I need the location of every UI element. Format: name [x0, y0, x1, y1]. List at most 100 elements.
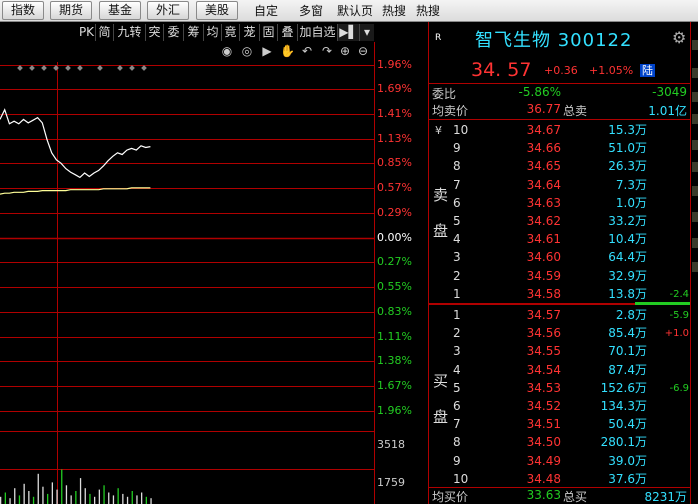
avg-buy-value: 33.63 — [526, 488, 561, 502]
tool-simple[interactable]: 简 — [96, 24, 114, 41]
weibi-value: -5.86% — [518, 85, 561, 99]
funds-button[interactable]: 基金 — [99, 1, 141, 20]
quote-panel: R 智飞生物 300122 ⚙ 34. 57 +0.36 +1.05% 陆 委比… — [428, 22, 691, 504]
bid-quantity: 39.0万 — [608, 453, 647, 468]
event-marker — [65, 65, 71, 71]
index-button[interactable]: 指数 — [2, 1, 44, 20]
hot-search-link[interactable]: 热搜 — [382, 4, 406, 18]
strip-cell — [692, 92, 698, 102]
ask-row[interactable]: 8 34.65 26.3万 — [429, 157, 691, 176]
default-page-link[interactable]: 默认页 — [337, 4, 373, 18]
lu-badge: 陆 — [640, 64, 655, 77]
bid-price: 34.50 — [526, 435, 561, 450]
volume-bar — [103, 485, 105, 504]
tool-overlay[interactable]: 叠 — [278, 24, 298, 41]
forex-button[interactable]: 外汇 — [147, 1, 189, 20]
ask-quantity: 7.3万 — [615, 177, 647, 192]
ask-quantity: 33.2万 — [608, 214, 647, 228]
ask-row[interactable]: 3 34.60 64.4万 — [429, 248, 691, 267]
futures-button[interactable]: 期货 — [50, 1, 92, 20]
bid-row[interactable]: 9 34.49 39.0万 — [429, 452, 691, 471]
ask-level: 1 — [453, 286, 461, 301]
stock-name[interactable]: 智飞生物 300122 — [475, 26, 632, 52]
gear-icon[interactable]: ⚙ — [672, 28, 686, 47]
ask-level: 6 — [453, 195, 461, 210]
ask-price: 34.59 — [526, 268, 561, 283]
axis-label-pct-zero: 0.00% — [377, 231, 412, 244]
volume-bar — [47, 493, 49, 504]
divider — [429, 83, 691, 84]
ask-price: 34.67 — [526, 123, 561, 137]
bid-price: 34.54 — [526, 362, 561, 377]
chevron-down-icon[interactable]: ▾ — [360, 24, 374, 41]
axis-label-pct: 1.96% — [377, 58, 412, 71]
volume-bar — [42, 486, 44, 504]
strip-cell — [692, 40, 698, 50]
ask-row[interactable]: 4 34.61 10.4万 — [429, 230, 691, 249]
bid-row[interactable]: 8 34.50 280.1万 — [429, 433, 691, 452]
ask-row[interactable]: 2 34.59 32.9万 — [429, 267, 691, 286]
play-icon[interactable]: ▶ — [260, 44, 274, 58]
bid-quantity: 85.4万 — [608, 326, 647, 341]
event-marker — [117, 65, 123, 71]
volume-bar — [145, 496, 147, 504]
redo-icon[interactable]: ↷ — [320, 44, 334, 58]
tool-auction[interactable]: 竟 — [222, 24, 240, 41]
tool-order[interactable]: 委 — [164, 24, 184, 41]
volume-tick: 3518 — [377, 438, 405, 451]
r-tag: R — [435, 33, 442, 43]
zoom-in-icon[interactable]: ⊕ — [338, 44, 352, 58]
tool-chips[interactable]: 筹 — [184, 24, 204, 41]
bid-row[interactable]: 6 34.52 134.3万 — [429, 397, 691, 416]
tool-average[interactable]: 均 — [204, 24, 222, 41]
bid-level: 2 — [453, 326, 461, 341]
bid-row[interactable]: 5 34.53 152.6万 -6.9 — [429, 379, 691, 398]
ask-row[interactable]: 7 34.64 7.3万 — [429, 176, 691, 195]
eye-icon[interactable]: ◉ — [220, 44, 234, 58]
ask-row[interactable]: 6 34.63 1.0万 — [429, 194, 691, 213]
bid-row[interactable]: 3 34.55 70.1万 — [429, 342, 691, 361]
axis-label-pct: 1.13% — [377, 132, 412, 145]
hand-icon[interactable]: ✋ — [280, 44, 295, 58]
bid-level: 6 — [453, 399, 461, 413]
bid-delta: -5.9 — [669, 310, 689, 321]
tool-nine-turn[interactable]: 九转 — [114, 24, 146, 41]
custom-link[interactable]: 自定 — [254, 4, 278, 18]
ask-price: 34.61 — [526, 232, 561, 247]
tool-add-watchlist[interactable]: 加自选 — [298, 24, 338, 41]
strip-cell — [692, 68, 698, 78]
bid-row[interactable]: 2 34.56 85.4万 +1.0 — [429, 324, 691, 343]
weibi-row: 委比 -5.86% -3049 — [429, 85, 691, 103]
multi-window-link[interactable]: 多窗 — [299, 4, 323, 18]
bid-row[interactable]: 7 34.51 50.4万 — [429, 415, 691, 434]
bid-row[interactable]: 1 34.57 2.8万 -5.9 — [429, 306, 691, 325]
chart-svg — [0, 42, 375, 504]
avg-sell-value: 36.77 — [526, 102, 561, 116]
ask-row[interactable]: 10 34.67 15.3万 — [429, 121, 691, 140]
volume-bar — [108, 492, 110, 504]
volume-bar — [23, 483, 25, 504]
bid-row[interactable]: 4 34.54 87.4万 — [429, 361, 691, 380]
tool-fixed[interactable]: 固 — [260, 24, 278, 41]
tool-breakout[interactable]: 突 — [146, 24, 164, 41]
ask-quantity: 10.4万 — [608, 232, 647, 247]
tool-cong[interactable]: 茏 — [240, 24, 260, 41]
hot-search-link-2[interactable]: 热搜 — [416, 4, 440, 18]
total-sell-label: 总卖 — [563, 104, 588, 118]
tool-pk[interactable]: PK — [78, 24, 96, 41]
ask-row[interactable]: 5 34.62 33.2万 — [429, 212, 691, 231]
collapse-panel-icon[interactable]: ▶▌ — [338, 24, 360, 41]
bid-row[interactable]: 10 34.48 37.6万 — [429, 470, 691, 489]
ask-level: 10 — [453, 123, 469, 137]
top-menu-bar: 指数 期货 基金 外汇 美股 自定 多窗 默认页 热搜 热搜 — [0, 0, 698, 22]
bid-level: 4 — [453, 362, 461, 377]
ask-row[interactable]: 1 34.58 13.8万 -2.4 — [429, 285, 691, 304]
us-stocks-button[interactable]: 美股 — [196, 1, 238, 20]
undo-icon[interactable]: ↶ — [300, 44, 314, 58]
ask-row[interactable]: 9 34.66 51.0万 — [429, 139, 691, 158]
volume-bar — [61, 469, 63, 504]
ask-level: 2 — [453, 268, 461, 283]
zoom-out-icon[interactable]: ⊖ — [356, 44, 370, 58]
volume-bar — [9, 498, 11, 504]
eye-dim-icon[interactable]: ◎ — [240, 44, 254, 58]
